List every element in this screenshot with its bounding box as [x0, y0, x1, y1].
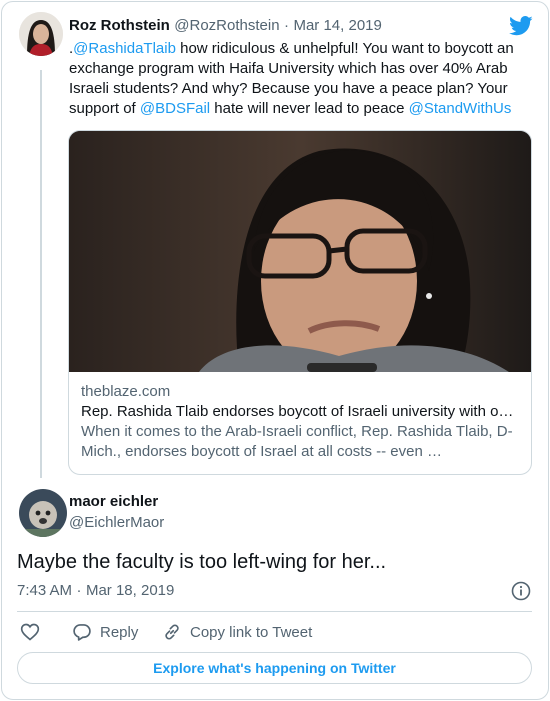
avatar-roz[interactable] — [19, 12, 63, 56]
reply-tweet-text: Maybe the faculty is too left-wing for h… — [17, 551, 387, 573]
quoted-tweet-text: .@RashidaTlaib how ridiculous & unhelpfu… — [69, 39, 519, 119]
explore-label: Explore what's happening on Twitter — [153, 660, 396, 676]
link-description: When it comes to the Arab-Israeli confli… — [81, 423, 513, 460]
author-name[interactable]: Roz Rothstein — [69, 17, 170, 34]
separator: · — [76, 582, 82, 599]
link-title: Rep. Rashida Tlaib endorses boycott of I… — [81, 403, 514, 420]
text-body-2: hate will never lead to peace — [210, 100, 409, 117]
separator: · — [284, 17, 290, 34]
photo-illustration — [69, 131, 531, 372]
link-preview-card[interactable]: theblaze.com Rep. Rashida Tlaib endorses… — [68, 130, 532, 475]
heart-icon — [20, 623, 40, 641]
twitter-bird-icon[interactable] — [509, 15, 533, 37]
reply-author-name[interactable]: maor eichler — [69, 493, 158, 510]
reply-button[interactable]: Reply — [72, 622, 138, 642]
reply-bubble-icon — [73, 624, 91, 641]
mention-bdsfail[interactable]: @BDSFail — [140, 100, 210, 117]
mention-rashidatlaib[interactable]: @RashidaTlaib — [73, 40, 176, 57]
avatar-roz-image — [19, 12, 63, 56]
copy-link-button[interactable]: Copy link to Tweet — [162, 622, 312, 642]
link-icon — [165, 624, 179, 640]
mention-standwithus[interactable]: @StandWithUs — [409, 100, 512, 117]
tweet-date[interactable]: Mar 14, 2019 — [293, 17, 381, 34]
reply-label: Reply — [100, 623, 139, 641]
info-icon[interactable] — [511, 581, 531, 601]
reply-time[interactable]: 7:43 AM — [17, 582, 72, 599]
thread-connector-line — [40, 70, 42, 478]
link-domain: theblaze.com — [81, 383, 171, 400]
like-button[interactable] — [20, 622, 40, 642]
divider — [17, 611, 532, 612]
explore-twitter-button[interactable]: Explore what's happening on Twitter — [17, 652, 532, 684]
avatar-maor-image — [19, 489, 67, 537]
avatar-maor[interactable] — [19, 489, 67, 537]
author-handle[interactable]: @RozRothstein — [174, 17, 279, 34]
link-preview-image — [69, 131, 531, 372]
copy-link-label: Copy link to Tweet — [190, 623, 313, 641]
reply-author-handle[interactable]: @EichlerMaor — [69, 514, 164, 531]
reply-date[interactable]: Mar 18, 2019 — [86, 582, 174, 599]
